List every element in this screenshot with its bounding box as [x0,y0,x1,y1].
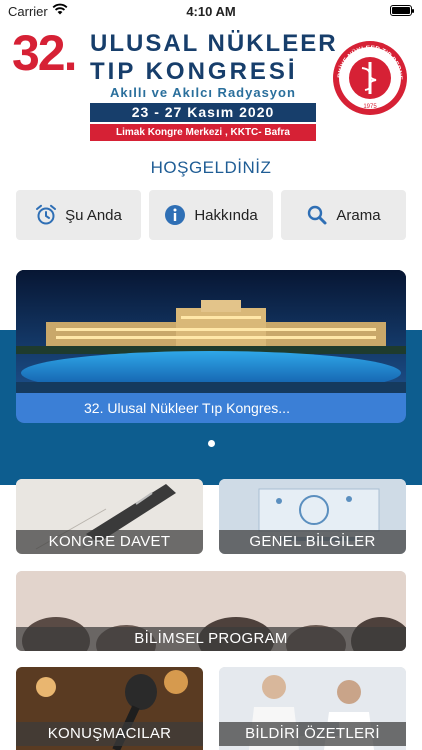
carousel-page-indicator [208,440,215,447]
battery-icon [390,5,414,16]
now-button-label: Şu Anda [65,206,122,224]
hotel-photo [16,270,406,393]
status-bar: Carrier 4:10 AM [0,0,422,22]
tile-konusmacilar[interactable]: KONUŞMACILAR [16,667,203,750]
clock: 4:10 AM [186,4,236,19]
tile-label: BİLDİRİ ÖZETLERİ [219,722,406,746]
congress-number: 32. [12,25,78,81]
about-button[interactable]: Hakkında [149,190,273,240]
tile-kongre-davet[interactable]: KONGRE DAVET [16,479,203,554]
congress-title-line1: ULUSAL NÜKLEER [90,30,338,57]
congress-banner: 32. ULUSAL NÜKLEER TIP KONGRESİ Akıllı v… [0,22,422,148]
society-logo: TÜRKİYE NÜKLEER TIP DERNEĞİ 1975 [332,40,407,115]
search-icon [308,205,327,225]
tile-genel-bilgiler[interactable]: GENEL BİLGİLER [219,479,406,554]
congress-title-line2: TIP KONGRESİ [90,58,298,85]
congress-theme: Akıllı ve Akılcı Radyasyon [110,85,296,100]
congress-venue: Limak Kongre Merkezi , KKTC- Bafra [90,124,316,141]
society-logo-year: 1975 [363,104,377,110]
search-button[interactable]: Arama [281,190,406,240]
tile-label: GENEL BİLGİLER [219,530,406,554]
carousel-slide[interactable]: 32. Ulusal Nükleer Tıp Kongres... [16,270,406,423]
carousel-caption: 32. Ulusal Nükleer Tıp Kongres... [16,393,406,423]
welcome-heading: HOŞGELDİNİZ [150,158,272,177]
now-button[interactable]: Şu Anda [16,190,141,240]
congress-dates: 23 - 27 Kasım 2020 [90,103,316,122]
search-button-label: Arama [336,206,381,224]
info-icon [165,205,186,225]
battery-level [392,7,410,14]
tile-bildiri-ozetleri[interactable]: BİLDİRİ ÖZETLERİ [219,667,406,750]
alarm-clock-icon [36,204,57,225]
tile-label: KONGRE DAVET [16,530,203,554]
tile-label: BİLİMSEL PROGRAM [16,627,406,651]
about-button-label: Hakkında [194,206,258,224]
tile-label: KONUŞMACILAR [16,722,203,746]
tile-bilimsel-program[interactable]: BİLİMSEL PROGRAM [16,571,406,651]
